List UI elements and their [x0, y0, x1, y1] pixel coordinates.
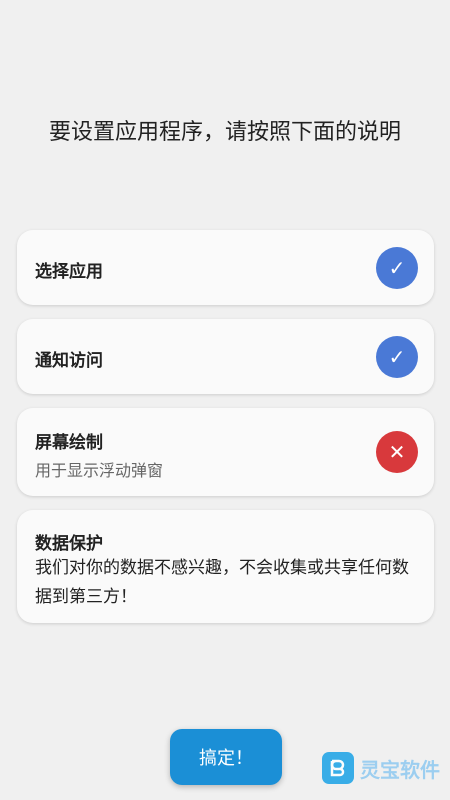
watermark-text: 灵宝软件: [360, 757, 440, 782]
card-screen-overlay[interactable]: 屏幕绘制 用于显示浮动弹窗 ✕: [17, 408, 434, 496]
card-notification-access[interactable]: 通知访问 ✓: [17, 319, 434, 394]
card-subtitle: 用于显示浮动弹窗: [35, 461, 164, 480]
page-title: 要设置应用程序，请按照下面的说明: [48, 120, 401, 145]
setup-screen: 要设置应用程序，请按照下面的说明 选择应用 ✓ 通知访问 ✓ 屏幕绘制 用于显示…: [0, 0, 450, 800]
card-title: 选择应用: [35, 262, 103, 282]
brand-logo-icon: [322, 752, 354, 784]
done-button[interactable]: 搞定！: [170, 729, 282, 785]
card-privacy: 数据保护 我们对你的数据不感兴趣，不会收集或共享任何数据到第三方！: [17, 510, 434, 623]
check-icon: ✓: [376, 336, 418, 378]
card-select-app[interactable]: 选择应用 ✓: [17, 230, 434, 305]
watermark-logo: 灵宝软件: [322, 748, 444, 788]
check-icon: ✓: [376, 247, 418, 289]
privacy-body: 我们对你的数据不感兴趣，不会收集或共享任何数据到第三方！: [35, 558, 409, 607]
privacy-title: 数据保护: [35, 534, 103, 554]
error-icon: ✕: [376, 431, 418, 473]
card-title: 通知访问: [35, 351, 103, 371]
card-title: 屏幕绘制: [35, 433, 103, 453]
